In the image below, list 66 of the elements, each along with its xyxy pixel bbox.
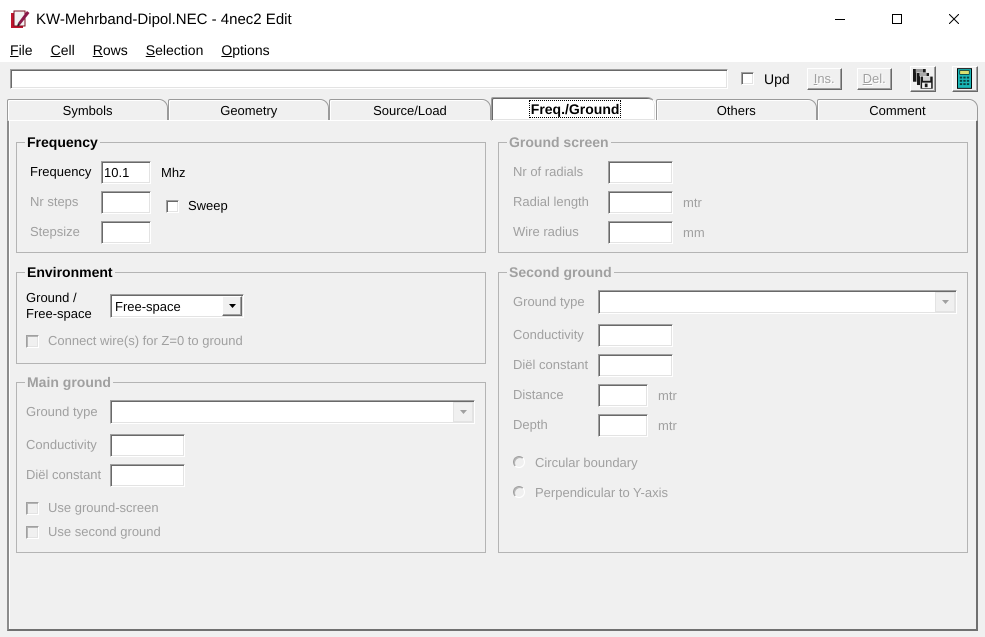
- input-field[interactable]: [101, 220, 151, 244]
- input-field[interactable]: 10.1: [101, 160, 151, 184]
- tab[interactable]: Source/Load: [329, 99, 491, 120]
- menu-item[interactable]: Selection: [136, 41, 212, 59]
- maximize-icon: [892, 14, 902, 24]
- tab[interactable]: Others: [656, 99, 817, 120]
- input-field[interactable]: [110, 464, 185, 486]
- field-label: Diël constant: [26, 467, 102, 483]
- input-field[interactable]: [10, 68, 728, 88]
- input-field[interactable]: [598, 324, 673, 346]
- group-title: Ground screen: [508, 134, 610, 150]
- caret-icon: [228, 304, 236, 308]
- tab[interactable]: Symbols: [7, 99, 168, 120]
- input-field[interactable]: [608, 220, 673, 244]
- input-field[interactable]: [101, 190, 151, 214]
- field-label: Stepsize: [30, 224, 81, 240]
- menu-item[interactable]: Cell: [42, 41, 84, 59]
- menu-item[interactable]: Options: [212, 41, 279, 59]
- tab[interactable]: Freq./Ground: [490, 97, 656, 121]
- field-label: Conductivity: [513, 327, 585, 343]
- input-field[interactable]: [598, 354, 673, 376]
- unit-label: Mhz: [161, 164, 186, 180]
- group-title: Frequency: [26, 134, 99, 150]
- field-label: Radial length: [513, 194, 590, 210]
- input-field[interactable]: [608, 190, 673, 214]
- dropdown[interactable]: [598, 290, 957, 314]
- unit-label: mtr: [683, 194, 702, 210]
- menu-item[interactable]: File: [1, 41, 42, 59]
- save-all-button[interactable]: [910, 66, 936, 92]
- field-label: Conductivity: [26, 437, 98, 453]
- group-title: Environment: [26, 264, 114, 280]
- input-field[interactable]: [110, 434, 185, 456]
- calculator-button[interactable]: [952, 66, 978, 92]
- input-field[interactable]: [608, 160, 673, 184]
- field-label: Ground / Free-space: [26, 290, 93, 322]
- field-label: Diël constant: [513, 357, 590, 373]
- unit-label: mtr: [658, 418, 677, 432]
- floppy-disks-icon: [912, 68, 933, 88]
- calculator-icon: [957, 68, 972, 89]
- field-label: Wire radius: [513, 224, 580, 240]
- field-label: Ground type: [513, 294, 586, 310]
- group-title: Main ground: [26, 374, 112, 390]
- book-pen-icon: [10, 9, 30, 29]
- menu-item[interactable]: Rows: [84, 41, 137, 59]
- tab[interactable]: Comment: [816, 99, 978, 120]
- field-label: Frequency: [30, 164, 92, 180]
- caret-icon: [460, 410, 466, 414]
- dropdown[interactable]: [110, 400, 475, 424]
- field-label: Depth: [513, 417, 549, 433]
- field-label: Distance: [513, 387, 565, 403]
- minimize-icon: [834, 18, 844, 20]
- field-label: Nr steps: [30, 194, 80, 210]
- input-field[interactable]: [598, 414, 648, 436]
- input-field[interactable]: [598, 384, 648, 406]
- checkbox[interactable]: [741, 72, 754, 85]
- unit-label: mm: [683, 224, 705, 240]
- field-label: Ground type: [26, 404, 99, 420]
- dropdown[interactable]: Free-space: [110, 294, 244, 318]
- checkbox-label[interactable]: Upd: [764, 70, 790, 86]
- field-label: Nr of radials: [513, 164, 584, 180]
- close-icon: [948, 14, 958, 24]
- caret-icon: [942, 300, 948, 304]
- tab[interactable]: Geometry: [168, 99, 330, 120]
- group-title: Second ground: [508, 264, 613, 280]
- window-title: KW-Mehrband-Dipol.NEC - 4nec2 Edit: [36, 10, 292, 28]
- unit-label: mtr: [658, 388, 677, 402]
